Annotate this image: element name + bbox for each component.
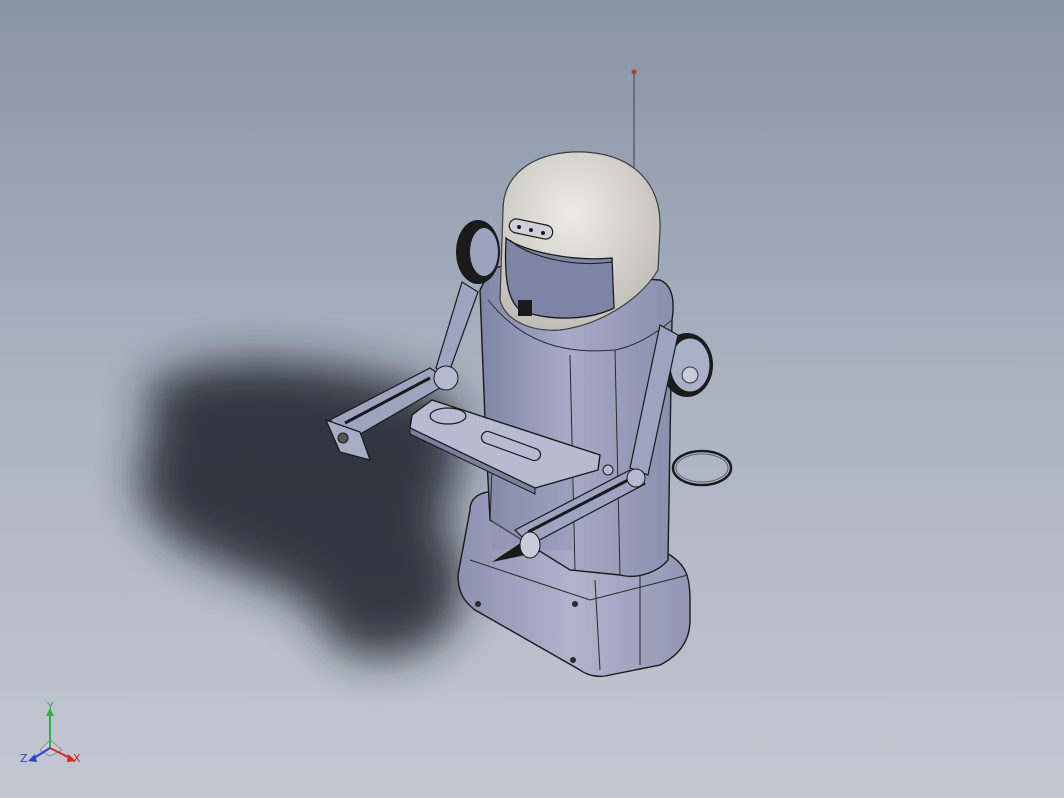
- left-arm: [435, 281, 479, 376]
- antenna-tip: [631, 69, 637, 75]
- y-axis-label: Y: [46, 700, 54, 713]
- side-ring: [671, 449, 733, 487]
- axis-triad: Y X Z: [20, 700, 81, 765]
- graphics-viewport[interactable]: Y X Z: [0, 0, 1064, 798]
- robot-shadow: [138, 361, 464, 659]
- z-axis-arrow: [28, 754, 37, 762]
- z-axis-label: Z: [20, 752, 28, 765]
- robot-model-scene[interactable]: [0, 0, 1064, 798]
- x-axis-label: X: [73, 752, 81, 765]
